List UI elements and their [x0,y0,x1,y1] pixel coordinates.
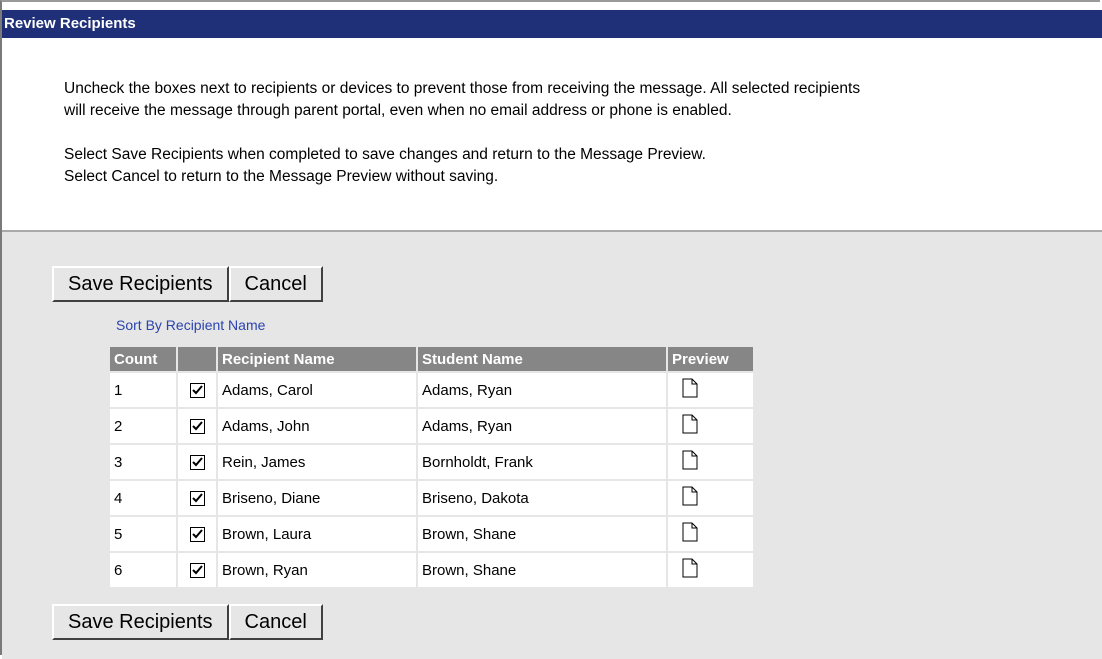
row-checkbox-cell [178,373,216,407]
recipient-name: Briseno, Diane [218,481,416,515]
instruction-line-1: Uncheck the boxes next to recipients or … [64,80,861,97]
recipient-checkbox[interactable] [190,419,205,435]
student-name: Brown, Shane [418,517,666,551]
row-checkbox-cell [178,409,216,443]
recipient-name: Rein, James [218,445,416,479]
preview-cell [668,481,753,515]
column-header-check [178,347,216,371]
recipient-checkbox[interactable] [190,383,205,399]
row-count: 3 [110,445,176,479]
table-row: 6 Brown, Ryan Brown, Shane [110,553,753,587]
row-checkbox-cell [178,481,216,515]
instruction-line-4: Select Cancel to return to the Message P… [64,168,499,185]
row-count: 2 [110,409,176,443]
recipients-table: Count Recipient Name Student Name Previe… [108,345,755,589]
preview-cell [668,517,753,551]
checkmark-icon [192,457,203,467]
table-row: 3 Rein, James Bornholdt, Frank [110,445,753,479]
preview-cell [668,445,753,479]
recipient-checkbox[interactable] [190,491,205,507]
bottom-button-row: Save Recipients Cancel [52,604,323,640]
row-count: 5 [110,517,176,551]
instruction-line-3: Select Save Recipients when completed to… [64,146,706,163]
document-icon[interactable] [682,450,698,474]
column-header-recipient[interactable]: Recipient Name [218,347,416,371]
recipient-checkbox[interactable] [190,527,205,543]
save-recipients-button-bottom[interactable]: Save Recipients [52,604,229,640]
document-icon[interactable] [682,558,698,582]
cancel-button-bottom[interactable]: Cancel [228,604,323,640]
student-name: Brown, Shane [418,553,666,587]
student-name: Briseno, Dakota [418,481,666,515]
recipient-name: Brown, Ryan [218,553,416,587]
checkmark-icon [192,421,203,431]
table-row: 2 Adams, John Adams, Ryan [110,409,753,443]
cancel-button[interactable]: Cancel [228,266,323,302]
document-icon[interactable] [682,522,698,546]
table-row: 1 Adams, Carol Adams, Ryan [110,373,753,407]
preview-cell [668,409,753,443]
preview-cell [668,553,753,587]
row-checkbox-cell [178,553,216,587]
page-title: Review Recipients [2,10,1102,38]
recipient-checkbox[interactable] [190,563,205,579]
row-checkbox-cell [178,517,216,551]
document-icon[interactable] [682,414,698,438]
top-button-row: Save Recipients Cancel [52,266,323,302]
checkmark-icon [192,493,203,503]
table-header-row: Count Recipient Name Student Name Previe… [110,347,753,371]
review-recipients-window: Review Recipients Uncheck the boxes next… [0,0,1102,659]
recipient-name: Adams, Carol [218,373,416,407]
student-name: Bornholdt, Frank [418,445,666,479]
document-icon[interactable] [682,378,698,402]
instructions: Uncheck the boxes next to recipients or … [64,78,1102,188]
checkmark-icon [192,385,203,395]
table-row: 5 Brown, Laura Brown, Shane [110,517,753,551]
recipient-checkbox[interactable] [190,455,205,471]
instruction-line-2: will receive the message through parent … [64,102,732,119]
row-checkbox-cell [178,445,216,479]
row-count: 1 [110,373,176,407]
table-row: 4 Briseno, Diane Briseno, Dakota [110,481,753,515]
checkmark-icon [192,565,203,575]
column-header-student[interactable]: Student Name [418,347,666,371]
row-count: 4 [110,481,176,515]
student-name: Adams, Ryan [418,373,666,407]
recipient-name: Adams, John [218,409,416,443]
save-recipients-button[interactable]: Save Recipients [52,266,229,302]
student-name: Adams, Ryan [418,409,666,443]
sort-by-recipient-link[interactable]: Sort By Recipient Name [116,317,265,333]
row-count: 6 [110,553,176,587]
checkmark-icon [192,529,203,539]
column-header-preview: Preview [668,347,753,371]
column-header-count[interactable]: Count [110,347,176,371]
recipient-name: Brown, Laura [218,517,416,551]
document-icon[interactable] [682,486,698,510]
preview-cell [668,373,753,407]
